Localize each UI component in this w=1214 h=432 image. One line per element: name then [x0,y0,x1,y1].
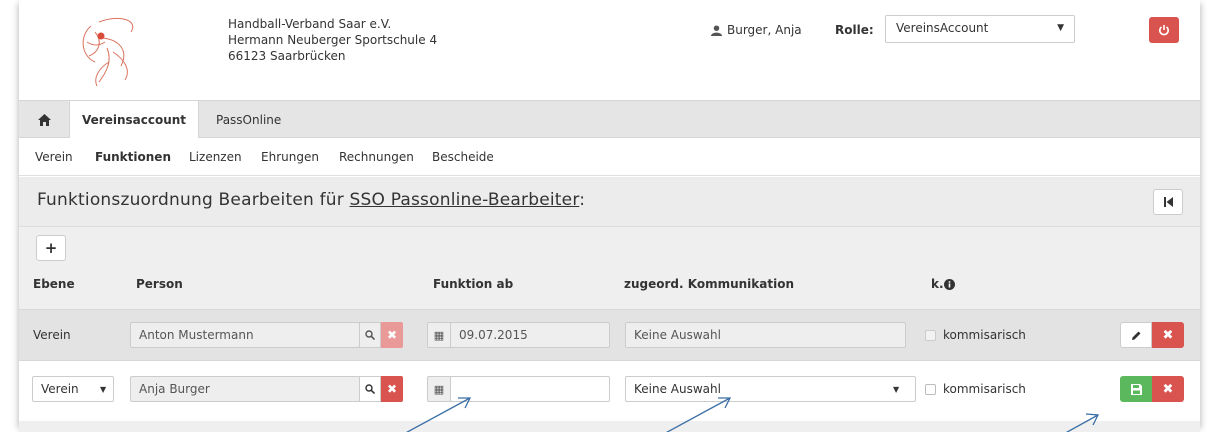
kommunikation-field: Keine Auswahl [625,322,906,348]
app-window: Handball-Verband Saar e.V. Hermann Neube… [19,0,1200,432]
ebene-select-value: Verein [41,382,79,396]
header-funktion-ab: Funktion ab [433,277,514,291]
kommisarisch-checkbox[interactable] [925,384,936,395]
org-street: Hermann Neuberger Sportschule 4 [228,33,438,47]
first-page-icon [1163,197,1173,207]
home-tab[interactable] [19,101,69,138]
tab-vereinsaccount[interactable]: Vereinsaccount [69,101,200,139]
logout-button[interactable] [1149,17,1179,43]
page-title-prefix: Funktionszuordnung Bearbeiten für [37,190,350,210]
function-table: + Ebene Person Funktion ab zugeord. Komm… [19,227,1200,432]
search-icon [365,330,375,340]
power-icon [1159,25,1169,36]
table-row: Verein Anton Mustermann ✖ ▦ 09.07.2015 K… [19,309,1200,360]
page-title: Funktionszuordnung Bearbeiten für SSO Pa… [37,190,585,210]
funktion-ab-input[interactable] [450,376,610,402]
header-kommunikation: zugeord. Kommunikation [624,277,794,291]
subnav-bescheide[interactable]: Bescheide [432,150,494,164]
kommisarisch-checkbox [925,330,936,341]
header-person: Person [136,277,183,291]
caret-down-icon: ▼ [100,385,107,394]
organization-address: Handball-Verband Saar e.V. Hermann Neube… [228,16,437,64]
calendar-icon[interactable]: ▦ [427,376,451,402]
caret-down-icon: ▼ [893,385,900,394]
person-clear-button: ✖ [381,322,403,348]
subnav-lizenzen[interactable]: Lizenzen [189,150,242,164]
info-icon[interactable] [943,278,955,290]
person-search-button [359,322,381,348]
subnav-verein[interactable]: Verein [35,150,73,164]
user-icon [711,24,722,36]
calendar-icon: ▦ [427,322,451,348]
page-title-link[interactable]: SSO Passonline-Bearbeiter [350,190,580,210]
search-icon [365,384,375,394]
times-icon: ✖ [386,328,398,342]
save-button[interactable] [1120,376,1152,402]
kommunikation-select[interactable]: Keine Auswahl [625,376,916,402]
times-icon: ✖ [1162,381,1174,397]
sub-navigation: Verein Funktionen Lizenzen Ehrungen Rech… [19,138,1200,176]
rolle-select[interactable]: VereinsAccount ▼ [885,15,1075,43]
header: Handball-Verband Saar e.V. Hermann Neube… [19,0,1200,100]
edit-button[interactable] [1120,322,1152,348]
header-k: k. [931,277,955,291]
kommunikation-select-value: Keine Auswahl [634,382,721,396]
subnav-rechnungen[interactable]: Rechnungen [339,150,414,164]
person-clear-button[interactable]: ✖ [381,376,403,402]
header-k-label: k. [931,277,944,291]
row-ebene: Verein [33,328,71,342]
times-icon: ✖ [386,382,398,396]
rolle-label: Rolle: [835,23,874,37]
person-search-button[interactable] [359,376,381,402]
funktion-ab-field: 09.07.2015 [450,322,610,348]
person-field: Anja Burger [130,376,360,402]
header-ebene: Ebene [33,277,75,291]
save-icon [1130,383,1142,395]
table-row: Verein ▼ Anja Burger ✖ ▦ Keine Auswahl ▼… [19,360,1200,421]
home-icon [37,113,51,126]
org-city: 66123 Saarbrücken [228,49,346,63]
section-header: Funktionszuordnung Bearbeiten für SSO Pa… [19,177,1200,227]
kommisarisch-label: kommisarisch [943,328,1026,342]
rolle-select-value: VereinsAccount [896,21,989,35]
user-name: Burger, Anja [727,23,802,37]
subnav-ehrungen[interactable]: Ehrungen [261,150,319,164]
tab-passonline[interactable]: PassOnline [204,101,293,138]
kommisarisch-label: kommisarisch [943,382,1026,396]
person-field: Anton Mustermann [130,322,360,348]
page-title-suffix: : [579,190,586,210]
add-row-button[interactable]: + [36,235,66,261]
current-user[interactable]: Burger, Anja [711,23,802,37]
times-icon: ✖ [1162,327,1174,343]
subnav-funktionen[interactable]: Funktionen [95,150,171,164]
plus-icon: + [44,239,58,257]
main-tabbar: Vereinsaccount PassOnline [19,100,1200,139]
logo-icon [82,17,134,87]
cancel-button[interactable]: ✖ [1152,376,1184,402]
delete-button[interactable]: ✖ [1152,322,1184,348]
back-button[interactable] [1153,189,1183,215]
caret-down-icon: ▼ [1057,23,1064,33]
org-name: Handball-Verband Saar e.V. [228,17,392,31]
pencil-icon [1131,331,1140,340]
